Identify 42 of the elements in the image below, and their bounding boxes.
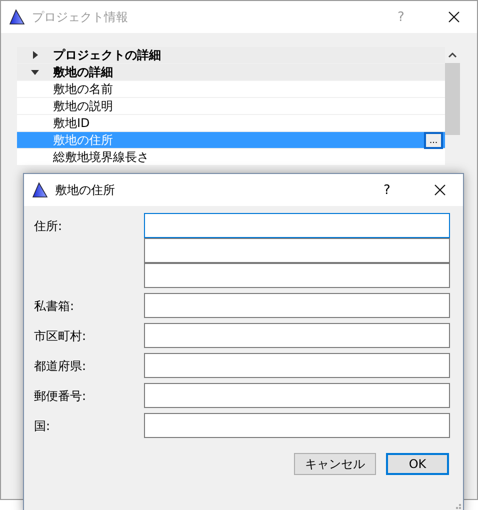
tree-group-row[interactable]: 敷地の詳細 bbox=[17, 64, 445, 81]
tree-item-label: 敷地の名前 bbox=[53, 80, 113, 98]
ok-button[interactable]: OK bbox=[386, 453, 449, 475]
field-label: 国: bbox=[34, 418, 52, 435]
window-title: プロジェクト情報 bbox=[32, 8, 129, 26]
scroll-thumb[interactable] bbox=[445, 63, 460, 135]
dialog-title: 敷地の住所 bbox=[55, 182, 116, 198]
tree-item-label: 敷地の説明 bbox=[53, 98, 113, 114]
input-field[interactable] bbox=[144, 213, 450, 238]
tree-item[interactable]: 敷地ID bbox=[17, 115, 445, 132]
tree-group-label: 敷地の詳細 bbox=[53, 64, 113, 80]
tree-group-row[interactable]: プロジェクトの詳細 bbox=[17, 47, 445, 64]
field-label: 都道府県: bbox=[34, 358, 88, 375]
field-label: 郵便番号: bbox=[34, 388, 88, 405]
expand-arrow-icon[interactable] bbox=[31, 51, 39, 59]
close-icon bbox=[434, 184, 446, 196]
tree-item[interactable]: 敷地の説明 bbox=[17, 98, 445, 115]
browse-button[interactable]: ... bbox=[424, 132, 443, 148]
input-field[interactable] bbox=[144, 323, 450, 348]
input-field[interactable] bbox=[144, 383, 450, 408]
field-label: 住所: bbox=[34, 218, 64, 235]
tree-group-label: プロジェクトの詳細 bbox=[53, 46, 161, 64]
tree-item-label: 総敷地境界線長さ bbox=[53, 148, 149, 166]
cancel-button[interactable]: キャンセル bbox=[294, 453, 376, 475]
tree-item-label: 敷地の住所 bbox=[53, 132, 113, 148]
input-field[interactable] bbox=[144, 263, 450, 288]
collapse-arrow-icon[interactable] bbox=[31, 68, 39, 76]
input-field[interactable] bbox=[144, 353, 450, 378]
app-logo-icon bbox=[9, 9, 25, 25]
input-field[interactable] bbox=[144, 238, 450, 263]
field-label: 市区町村: bbox=[34, 328, 88, 345]
input-field[interactable] bbox=[144, 413, 450, 438]
tree-item[interactable]: 敷地の住所 ... bbox=[17, 132, 445, 149]
scroll-up-icon[interactable] bbox=[448, 52, 457, 58]
app-logo-icon bbox=[32, 182, 48, 198]
field-label: 私書箱: bbox=[34, 298, 76, 315]
input-field[interactable] bbox=[144, 293, 450, 318]
tree-item[interactable]: 総敷地境界線長さ bbox=[17, 149, 445, 166]
close-icon bbox=[448, 11, 460, 23]
help-button[interactable]: ? bbox=[364, 182, 410, 198]
tree-item-label: 敷地ID bbox=[53, 114, 90, 132]
tree-item[interactable]: 敷地の名前 bbox=[17, 81, 445, 98]
